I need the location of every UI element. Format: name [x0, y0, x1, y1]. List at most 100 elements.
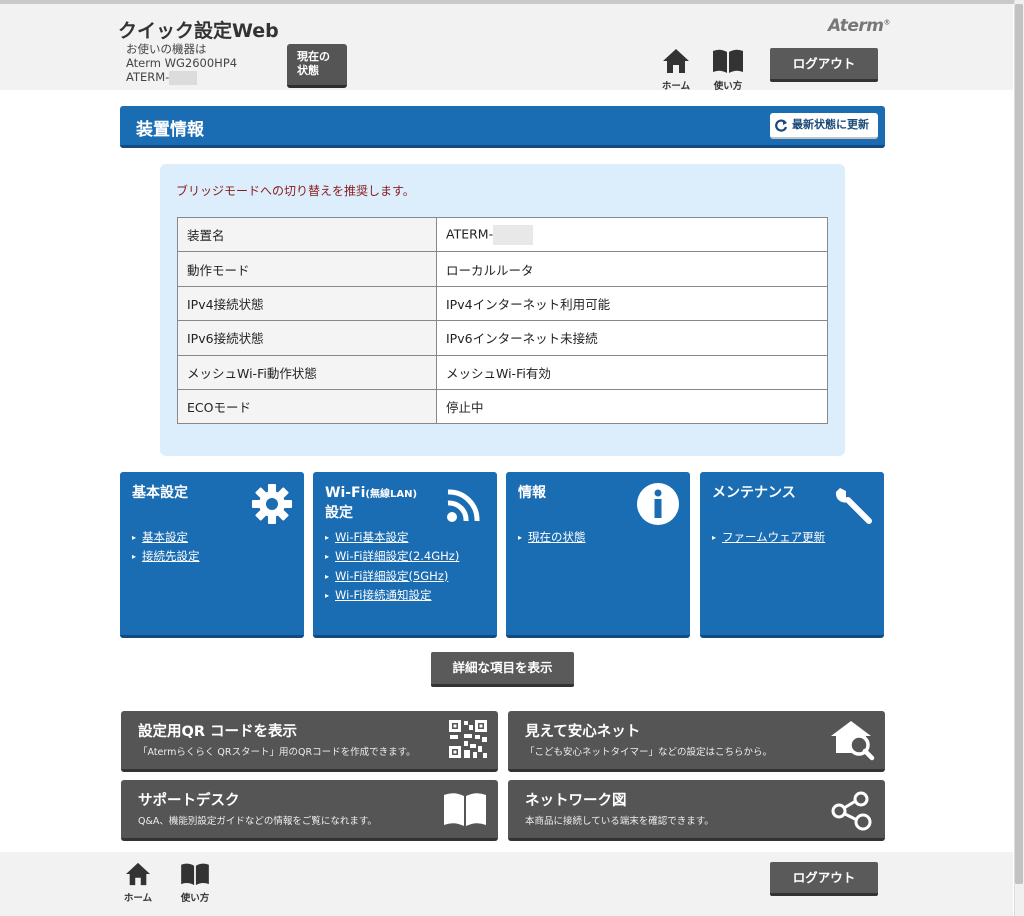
card-title: メンテナンス	[712, 485, 796, 501]
manual-label: 使い方	[180, 893, 210, 904]
brand-logo: Aterm®	[828, 16, 890, 36]
scrollbar-thumb[interactable]	[1015, 4, 1023, 884]
list-item: Wi-Fi接続通知設定	[325, 586, 459, 605]
list-item: 現在の状態	[518, 528, 586, 547]
qr-code-icon	[449, 720, 487, 758]
row-value: IPv6インターネット未接続	[436, 320, 828, 356]
list-item: Wi-Fi基本設定	[325, 528, 459, 547]
link-wifi-basic[interactable]: Wi-Fi基本設定	[335, 530, 408, 544]
list-item: 基本設定	[132, 528, 200, 547]
link-connection-settings[interactable]: 接続先設定	[142, 549, 200, 563]
footer: ホーム 使い方 ログアウト	[0, 852, 1013, 916]
row-key: 動作モード	[177, 251, 437, 287]
device-info-panel: ブリッジモードへの切り替えを推奨します。 装置名 ATERM- 動作モード ローカル…	[160, 164, 845, 456]
home-button[interactable]: ホーム	[660, 48, 692, 92]
tile-qr-code[interactable]: 設定用QR コードを表示 「Atermらくらく QRスタート」用のQRコードを作…	[121, 711, 498, 772]
network-icon	[831, 791, 872, 831]
tile-support-desk[interactable]: サポートデスク Q&A、機能別設定ガイドなどの情報をご覧になれます。	[121, 780, 498, 841]
refresh-label: 最新状態に更新	[792, 118, 869, 131]
link-wifi-notify[interactable]: Wi-Fi接続通知設定	[335, 588, 431, 602]
table-row: 装置名 ATERM-	[177, 216, 828, 253]
row-value: メッシュWi-Fi有効	[436, 354, 828, 390]
row-key: メッシュWi-Fi動作状態	[177, 354, 437, 390]
device-info-table: 装置名 ATERM- 動作モード ローカルルータ IPv4接続状態 IPv4インターネ…	[177, 216, 828, 425]
row-key: IPv4接続状態	[177, 285, 437, 322]
card-maintenance: メンテナンス ファームウェア更新	[700, 472, 884, 638]
table-row: ECOモード 停止中	[177, 388, 828, 425]
bridge-mode-notice: ブリッジモードへの切り替えを推奨します。	[176, 184, 415, 198]
tile-title: 見えて安心ネット	[525, 724, 641, 740]
link-firmware-update[interactable]: ファームウェア更新	[722, 530, 825, 544]
list-item: ファームウェア更新	[712, 528, 825, 547]
card-title: 基本設定	[132, 485, 188, 501]
table-row: メッシュWi-Fi動作状態 メッシュWi-Fi有効	[177, 354, 828, 390]
tile-network-map[interactable]: ネットワーク図 本商品に接続している端末を確認できます。	[508, 780, 885, 841]
tile-title: ネットワーク図	[525, 793, 627, 809]
tile-subtitle: Q&A、機能別設定ガイドなどの情報をご覧になれます。	[138, 816, 377, 827]
footer-manual-button[interactable]: 使い方	[177, 862, 213, 904]
manual-label: 使い方	[713, 81, 743, 92]
scrollbar[interactable]	[1014, 0, 1024, 916]
device-name: ATERM-	[126, 70, 198, 85]
table-row: IPv6接続状態 IPv6インターネット未接続	[177, 320, 828, 356]
device-info-header: 装置情報 最新状態に更新	[120, 106, 885, 148]
refresh-button[interactable]: 最新状態に更新	[770, 113, 878, 139]
row-value: 停止中	[436, 388, 828, 425]
footer-logout-button[interactable]: ログアウト	[770, 862, 878, 896]
card-links: 現在の状態	[518, 528, 586, 547]
tile-safety-net[interactable]: 見えて安心ネット 「こども安心ネットタイマー」などの設定はこちらから。	[508, 711, 885, 772]
tile-subtitle: 「こども安心ネットタイマー」などの設定はこちらから。	[525, 747, 773, 758]
card-links: Wi-Fi基本設定 Wi-Fi詳細設定(2.4GHz) Wi-Fi詳細設定(5G…	[325, 528, 459, 605]
card-title: 情報	[518, 485, 546, 501]
tile-title: サポートデスク	[138, 793, 240, 809]
card-info: 情報 現在の状態	[506, 472, 690, 638]
row-key: 装置名	[177, 216, 437, 253]
header: クイック設定Web お使いの機器は Aterm WG2600HP4 ATERM-…	[0, 4, 1013, 92]
redacted-mask	[493, 224, 534, 245]
book-icon	[444, 793, 486, 826]
home-icon	[126, 862, 150, 886]
manual-button[interactable]: 使い方	[710, 48, 746, 92]
link-basic-settings[interactable]: 基本設定	[142, 530, 188, 544]
tile-title: 設定用QR コードを表示	[138, 724, 298, 740]
device-label: お使いの機器は	[126, 42, 207, 56]
card-links: 基本設定 接続先設定	[132, 528, 200, 567]
current-status-button[interactable]: 現在の状態	[287, 44, 347, 88]
app-title: クイック設定Web	[118, 20, 279, 42]
redacted-mask	[169, 70, 198, 85]
row-key: ECOモード	[177, 388, 437, 425]
show-details-button[interactable]: 詳細な項目を表示	[431, 652, 574, 687]
book-icon	[181, 863, 209, 886]
table-row: IPv4接続状態 IPv4インターネット利用可能	[177, 285, 828, 322]
link-wifi-detail-5[interactable]: Wi-Fi詳細設定(5GHz)	[335, 569, 448, 583]
home-label: ホーム	[123, 893, 153, 904]
wifi-icon	[447, 489, 480, 522]
list-item: Wi-Fi詳細設定(2.4GHz)	[325, 547, 459, 566]
device-model: Aterm WG2600HP4	[126, 56, 238, 70]
house-search-icon	[831, 721, 875, 761]
wrench-icon	[835, 488, 872, 524]
tile-subtitle: 本商品に接続している端末を確認できます。	[525, 816, 714, 827]
card-wifi-settings: Wi-Fi(無線LAN)設定 Wi-Fi基本設定 Wi-Fi詳細設定(2.4GH…	[313, 472, 497, 638]
device-info-title: 装置情報	[136, 120, 204, 140]
table-row: 動作モード ローカルルータ	[177, 251, 828, 287]
gear-icon	[252, 484, 292, 524]
refresh-icon	[775, 119, 788, 132]
tile-subtitle: 「Atermらくらく QRスタート」用のQRコードを作成できます。	[138, 747, 416, 758]
row-key: IPv6接続状態	[177, 320, 437, 356]
card-title: Wi-Fi(無線LAN) 設定	[325, 485, 418, 521]
row-value: ローカルルータ	[436, 251, 828, 287]
link-wifi-detail-24[interactable]: Wi-Fi詳細設定(2.4GHz)	[335, 549, 459, 563]
footer-home-button[interactable]: ホーム	[121, 862, 155, 904]
card-basic-settings: 基本設定 基本設定 接続先設定	[120, 472, 304, 638]
logout-button[interactable]: ログアウト	[770, 48, 878, 82]
card-links: ファームウェア更新	[712, 528, 825, 547]
home-icon	[663, 49, 689, 73]
row-value: ATERM-	[436, 216, 828, 253]
row-value: IPv4インターネット利用可能	[436, 285, 828, 322]
link-current-status[interactable]: 現在の状態	[528, 530, 586, 544]
info-icon	[637, 483, 679, 525]
book-icon	[713, 49, 743, 73]
home-label: ホーム	[661, 81, 691, 92]
device-name-text: ATERM-	[126, 70, 170, 84]
